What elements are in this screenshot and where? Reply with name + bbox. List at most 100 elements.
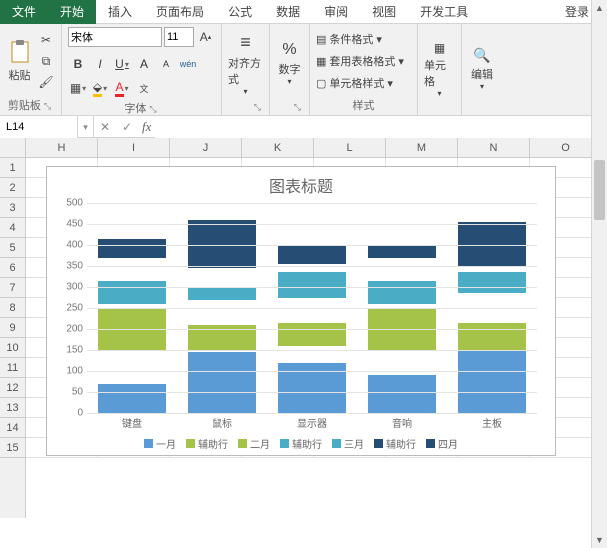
cut-button[interactable]: ✂ bbox=[37, 31, 55, 49]
group-cells: ▦单元格▾ bbox=[418, 24, 462, 115]
copy-button[interactable]: ⧉ bbox=[37, 52, 55, 70]
fx-icon[interactable]: fx bbox=[138, 119, 155, 135]
bar bbox=[278, 245, 346, 264]
font-color-button[interactable]: A bbox=[112, 78, 132, 98]
embedded-chart[interactable]: 图表标题 050100150200250300350400450500 键盘鼠标… bbox=[46, 166, 556, 456]
col-header[interactable]: M bbox=[386, 138, 458, 157]
phonetic-button[interactable]: wén bbox=[178, 54, 198, 74]
cells-button[interactable]: ▦单元格▾ bbox=[424, 27, 455, 111]
bar bbox=[458, 348, 526, 413]
row-header[interactable]: 11 bbox=[0, 358, 25, 378]
cancel-icon[interactable]: ✕ bbox=[94, 116, 116, 138]
row-header[interactable]: 8 bbox=[0, 298, 25, 318]
tab-data[interactable]: 数据 bbox=[264, 0, 312, 24]
group-number: %数字▾ ⤡ bbox=[270, 24, 310, 115]
align-button[interactable]: ≡对齐方式▾ bbox=[228, 27, 263, 100]
row-header[interactable]: 6 bbox=[0, 258, 25, 278]
align-launcher-icon[interactable]: ⤡ bbox=[228, 100, 263, 113]
cells-area[interactable]: 图表标题 050100150200250300350400450500 键盘鼠标… bbox=[26, 158, 607, 518]
increase-font-icon[interactable]: A▴ bbox=[196, 27, 215, 47]
bar bbox=[98, 281, 166, 304]
italic-button[interactable]: I bbox=[90, 54, 110, 74]
row-header[interactable]: 5 bbox=[0, 238, 25, 258]
chart-title: 图表标题 bbox=[47, 167, 555, 203]
row-header[interactable]: 13 bbox=[0, 398, 25, 418]
bar bbox=[368, 245, 436, 258]
border-button[interactable]: ▦ bbox=[68, 78, 88, 98]
row-header[interactable]: 1 bbox=[0, 158, 25, 178]
col-header[interactable]: H bbox=[26, 138, 98, 157]
cells-label: 单元格 bbox=[424, 57, 455, 89]
row-header[interactable]: 10 bbox=[0, 338, 25, 358]
number-button[interactable]: %数字▾ bbox=[276, 27, 303, 100]
grow-font-icon[interactable]: A bbox=[134, 54, 154, 74]
row-header[interactable]: 3 bbox=[0, 198, 25, 218]
row-headers: 123456789101112131415 bbox=[0, 138, 26, 518]
row-header[interactable]: 7 bbox=[0, 278, 25, 298]
col-header[interactable]: K bbox=[242, 138, 314, 157]
legend-item: 辅助行 bbox=[280, 436, 322, 451]
format-painter-button[interactable]: 🖌 bbox=[37, 73, 55, 91]
row-header[interactable]: 12 bbox=[0, 378, 25, 398]
align-icon: ≡ bbox=[240, 32, 251, 53]
name-box[interactable] bbox=[0, 116, 78, 138]
scroll-up-icon[interactable]: ▲ bbox=[592, 0, 607, 16]
table-label: 套用表格格式 bbox=[329, 53, 395, 69]
phonetic-guide-icon[interactable]: 文 bbox=[134, 78, 154, 98]
number-launcher-icon[interactable]: ⤡ bbox=[276, 100, 303, 113]
fill-color-button[interactable]: ⬙ bbox=[90, 78, 110, 98]
cell-style-button[interactable]: ▢单元格样式▾ bbox=[316, 73, 404, 93]
tab-view[interactable]: 视图 bbox=[360, 0, 408, 24]
formula-bar: ▾ ✕ ✓ fx ⌄ bbox=[0, 116, 607, 138]
x-label: 鼠标 bbox=[177, 415, 267, 430]
tab-review[interactable]: 审阅 bbox=[312, 0, 360, 24]
conditional-format-button[interactable]: ▤条件格式▾ bbox=[316, 29, 404, 49]
row-header[interactable]: 9 bbox=[0, 318, 25, 338]
vertical-scrollbar[interactable]: ▲ ▼ bbox=[591, 0, 607, 548]
group-align: ≡对齐方式▾ ⤡ bbox=[222, 24, 270, 115]
row-header[interactable]: 4 bbox=[0, 218, 25, 238]
row-header[interactable]: 2 bbox=[0, 178, 25, 198]
row-header[interactable]: 15 bbox=[0, 438, 25, 458]
bar bbox=[278, 272, 346, 297]
bar bbox=[98, 384, 166, 413]
namebox-dropdown-icon[interactable]: ▾ bbox=[78, 116, 94, 138]
underline-button[interactable]: U bbox=[112, 54, 132, 74]
table-format-button[interactable]: ▦套用表格格式▾ bbox=[316, 51, 404, 71]
cells-icon: ▦ bbox=[434, 41, 445, 55]
row-header[interactable]: 14 bbox=[0, 418, 25, 438]
x-axis-labels: 键盘鼠标显示器音响主板 bbox=[87, 415, 537, 430]
tab-insert[interactable]: 插入 bbox=[96, 0, 144, 24]
enter-icon[interactable]: ✓ bbox=[116, 116, 138, 138]
scroll-thumb[interactable] bbox=[594, 160, 605, 220]
group-font: A▴ B I U A A wén ▦ ⬙ A 文 字体 ⤡ bbox=[62, 24, 222, 115]
tab-dev[interactable]: 开发工具 bbox=[408, 0, 480, 24]
tab-file[interactable]: 文件 bbox=[0, 0, 48, 24]
col-header[interactable]: N bbox=[458, 138, 530, 157]
edit-button[interactable]: 🔍编辑▾ bbox=[468, 27, 496, 111]
tab-layout[interactable]: 页面布局 bbox=[144, 0, 216, 24]
cond-format-icon: ▤ bbox=[316, 33, 326, 46]
col-header[interactable]: I bbox=[98, 138, 170, 157]
font-launcher-icon[interactable]: ⤡ bbox=[149, 104, 158, 114]
select-all-corner[interactable] bbox=[0, 138, 25, 158]
scroll-down-icon[interactable]: ▼ bbox=[592, 532, 607, 548]
formula-input[interactable] bbox=[155, 116, 591, 138]
percent-icon: % bbox=[282, 41, 296, 59]
legend-item: 二月 bbox=[238, 436, 270, 451]
tab-formula[interactable]: 公式 bbox=[216, 0, 264, 24]
paste-button[interactable]: 粘贴 bbox=[6, 27, 33, 95]
legend-item: 四月 bbox=[426, 436, 458, 451]
tab-start[interactable]: 开始 bbox=[48, 0, 96, 24]
legend-item: 辅助行 bbox=[374, 436, 416, 451]
x-label: 显示器 bbox=[267, 415, 357, 430]
cell-style-icon: ▢ bbox=[316, 77, 326, 90]
x-label: 主板 bbox=[447, 415, 537, 430]
col-header[interactable]: J bbox=[170, 138, 242, 157]
clipboard-launcher-icon[interactable]: ⤡ bbox=[44, 101, 53, 111]
shrink-font-icon[interactable]: A bbox=[156, 54, 176, 74]
font-name-select[interactable] bbox=[68, 27, 162, 47]
font-size-select[interactable] bbox=[164, 27, 194, 47]
bold-button[interactable]: B bbox=[68, 54, 88, 74]
col-header[interactable]: L bbox=[314, 138, 386, 157]
